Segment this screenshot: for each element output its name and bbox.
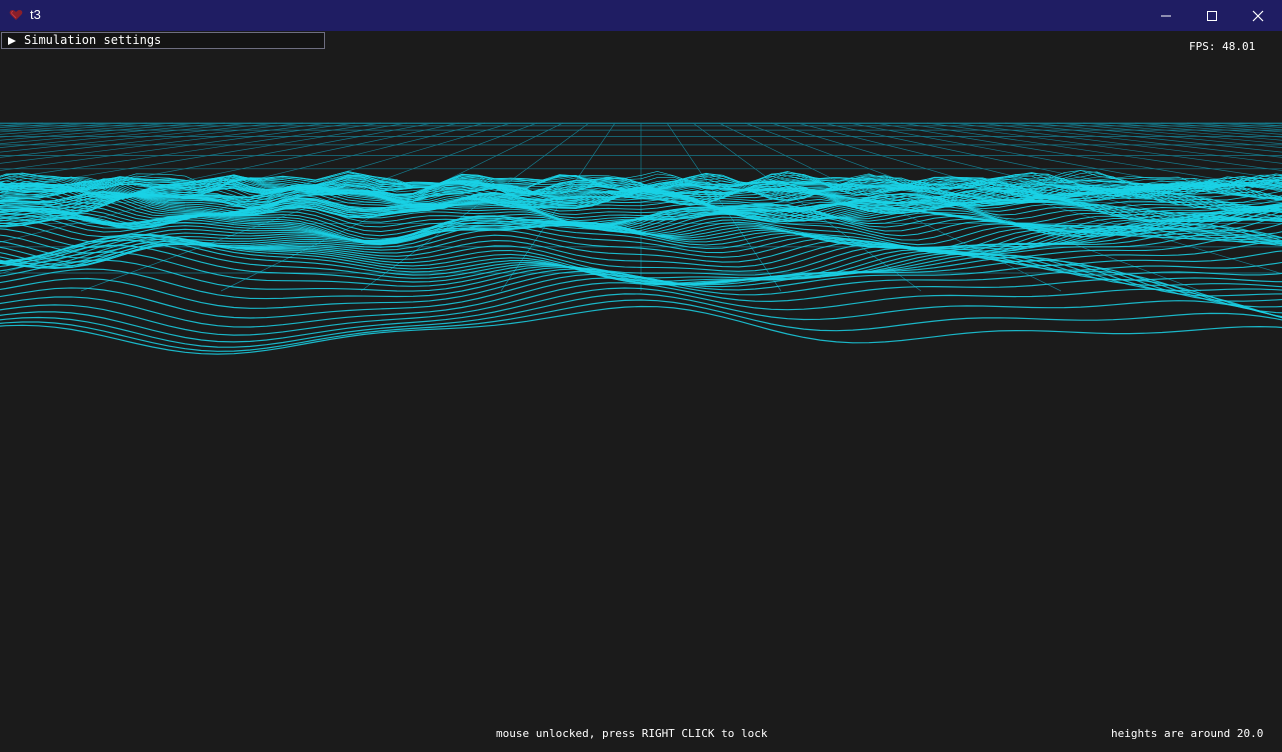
simulation-settings-label: Simulation settings: [24, 33, 162, 47]
mouse-lock-status: mouse unlocked, press RIGHT CLICK to loc…: [496, 727, 768, 740]
3d-viewport[interactable]: [0, 31, 1282, 752]
close-icon: [1252, 10, 1264, 21]
window-title: t3: [30, 7, 41, 22]
maximize-button[interactable]: [1189, 0, 1235, 31]
collapsed-arrow-icon[interactable]: [8, 37, 16, 45]
minimize-button[interactable]: [1143, 0, 1189, 31]
app-window: t3 Simulation settings FPS: 48.01 mouse …: [0, 0, 1282, 752]
close-button[interactable]: [1235, 0, 1281, 31]
height-status: heights are around 20.0: [1111, 727, 1264, 740]
simulation-settings-header[interactable]: Simulation settings: [1, 32, 325, 49]
maximize-icon: [1207, 10, 1217, 21]
title-bar[interactable]: t3: [0, 0, 1282, 31]
minimize-icon: [1161, 15, 1171, 16]
app-heart-icon: [9, 10, 23, 20]
fps-readout: FPS: 48.01: [1189, 40, 1256, 53]
terrain-scene[interactable]: [0, 31, 1282, 752]
